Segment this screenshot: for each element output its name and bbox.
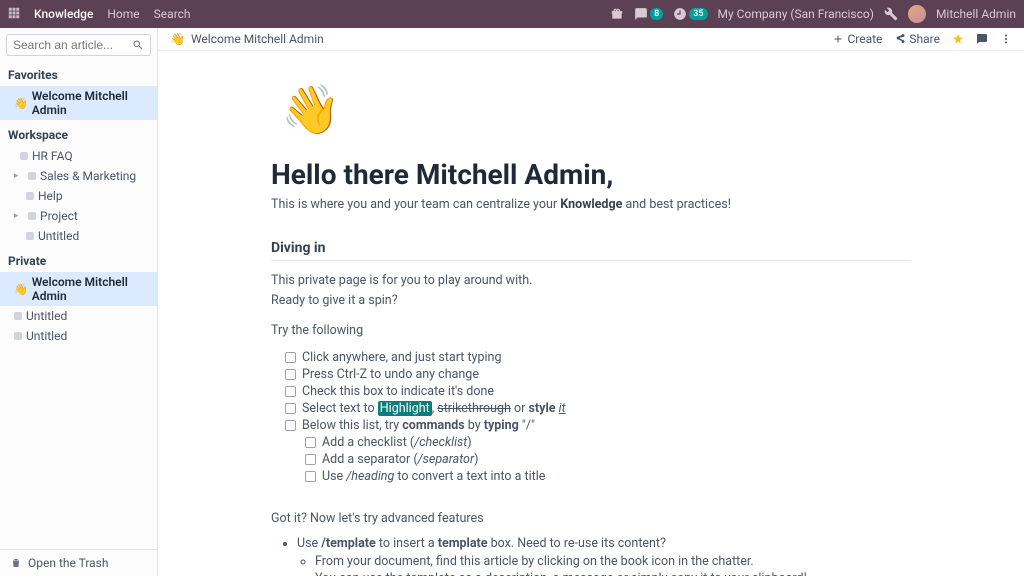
sidebar: Favorites 👋 Welcome Mitchell Admin Works…: [0, 28, 158, 576]
sidebar-item-label: Untitled: [26, 309, 67, 323]
checklist-item[interactable]: Add a checklist (/checklist): [271, 434, 911, 451]
wave-icon: 👋: [14, 97, 28, 110]
breadcrumb[interactable]: 👋 Welcome Mitchell Admin: [170, 32, 324, 46]
checkbox[interactable]: [285, 369, 296, 380]
gift-icon[interactable]: [610, 7, 624, 21]
paragraph: Ready to give it a spin?: [271, 291, 911, 311]
sidebar-item-label: Sales & Marketing: [40, 169, 136, 183]
sidebar-item-sales[interactable]: ▸ Sales & Marketing: [0, 166, 157, 186]
sidebar-item-untitled[interactable]: Untitled: [0, 326, 157, 346]
section-diving: Diving in: [271, 240, 911, 261]
top-navbar: Knowledge Home Search 8 35 My Company (S…: [0, 0, 1024, 28]
content-header: 👋 Welcome Mitchell Admin Create Share: [158, 28, 1024, 51]
sidebar-item-welcome[interactable]: 👋 Welcome Mitchell Admin: [0, 272, 157, 306]
checklist-item[interactable]: Press Ctrl-Z to undo any change: [271, 366, 911, 383]
paragraph: Try the following: [271, 321, 911, 341]
dot-icon: [14, 332, 22, 340]
checklist-item[interactable]: Add a separator (/separator): [271, 451, 911, 468]
nav-search[interactable]: Search: [154, 7, 191, 21]
avatar[interactable]: [908, 5, 926, 23]
checklist-item[interactable]: Select text to Highlight, strikethrough …: [271, 400, 911, 417]
sidebar-item-untitled[interactable]: Untitled: [0, 226, 157, 246]
dot-icon: [28, 212, 36, 220]
breadcrumb-label: Welcome Mitchell Admin: [191, 32, 324, 46]
chat-icon[interactable]: [976, 33, 988, 45]
list-item: You can use the template as a descriptio…: [315, 570, 911, 576]
hero-wave-icon: 👋: [281, 81, 911, 138]
nav-home[interactable]: Home: [107, 7, 139, 21]
sidebar-item-hr[interactable]: HR FAQ: [0, 146, 157, 166]
settings-icon[interactable]: [884, 7, 898, 21]
checklist-item[interactable]: Click anywhere, and just start typing: [271, 349, 911, 366]
subtitle: This is where you and your team can cent…: [271, 197, 911, 212]
more-menu[interactable]: [1000, 33, 1012, 45]
paragraph: Got it? Now let's try advanced features: [271, 509, 911, 529]
sidebar-search[interactable]: [6, 34, 151, 56]
dot-icon: [26, 232, 34, 240]
checkbox[interactable]: [285, 352, 296, 363]
wave-icon: 👋: [14, 283, 28, 296]
checkbox[interactable]: [285, 386, 296, 397]
private-header: Private: [0, 250, 157, 272]
sidebar-item-untitled[interactable]: Untitled: [0, 306, 157, 326]
sidebar-item-label: HR FAQ: [32, 149, 73, 163]
list-item: From your document, find this article by…: [315, 553, 911, 570]
checkbox[interactable]: [305, 454, 316, 465]
activities-icon[interactable]: 35: [673, 7, 707, 21]
checkbox[interactable]: [285, 420, 296, 431]
article-body: 👋 Hello there Mitchell Admin, This is wh…: [231, 51, 951, 576]
checklist-item[interactable]: Below this list, try commands by typing …: [271, 417, 911, 434]
favorites-header: Favorites: [0, 64, 157, 86]
checkbox[interactable]: [305, 437, 316, 448]
sidebar-item-label: Untitled: [38, 229, 79, 243]
app-name[interactable]: Knowledge: [34, 7, 93, 21]
dot-icon: [14, 312, 22, 320]
search-icon: [132, 39, 144, 51]
trash-icon: [10, 557, 22, 569]
dot-icon: [28, 172, 36, 180]
sidebar-item-label: Help: [38, 189, 63, 203]
create-button[interactable]: Create: [832, 32, 882, 46]
messages-icon[interactable]: 8: [634, 7, 663, 21]
trash-label: Open the Trash: [28, 556, 108, 570]
page-title: Hello there Mitchell Admin,: [271, 158, 911, 191]
wave-icon: 👋: [170, 32, 185, 46]
sidebar-item-label: Welcome Mitchell Admin: [32, 275, 151, 303]
sidebar-item-help[interactable]: Help: [0, 186, 157, 206]
share-button[interactable]: Share: [894, 32, 940, 46]
company-selector[interactable]: My Company (San Francisco): [718, 7, 874, 21]
list-item: Use /template to insert a template box. …: [297, 535, 911, 576]
sidebar-item-label: Welcome Mitchell Admin: [32, 89, 151, 117]
caret-icon: ▸: [14, 171, 24, 181]
search-input[interactable]: [13, 38, 132, 52]
checkbox[interactable]: [285, 403, 296, 414]
apps-icon[interactable]: [8, 7, 20, 22]
sidebar-item-label: Project: [40, 209, 78, 223]
dot-icon: [20, 152, 28, 160]
sidebar-item-favorite[interactable]: 👋 Welcome Mitchell Admin: [0, 86, 157, 120]
sidebar-item-label: Untitled: [26, 329, 67, 343]
paragraph: This private page is for you to play aro…: [271, 271, 911, 291]
user-name[interactable]: Mitchell Admin: [936, 7, 1016, 21]
checkbox[interactable]: [305, 471, 316, 482]
caret-icon: ▸: [14, 211, 24, 221]
checklist-item[interactable]: Check this box to indicate it's done: [271, 383, 911, 400]
workspace-header: Workspace: [0, 124, 157, 146]
open-trash[interactable]: Open the Trash: [0, 549, 157, 576]
checklist-item[interactable]: Use /heading to convert a text into a ti…: [271, 468, 911, 485]
sidebar-item-project[interactable]: ▸ Project: [0, 206, 157, 226]
favorite-star[interactable]: [952, 33, 964, 45]
dot-icon: [26, 192, 34, 200]
